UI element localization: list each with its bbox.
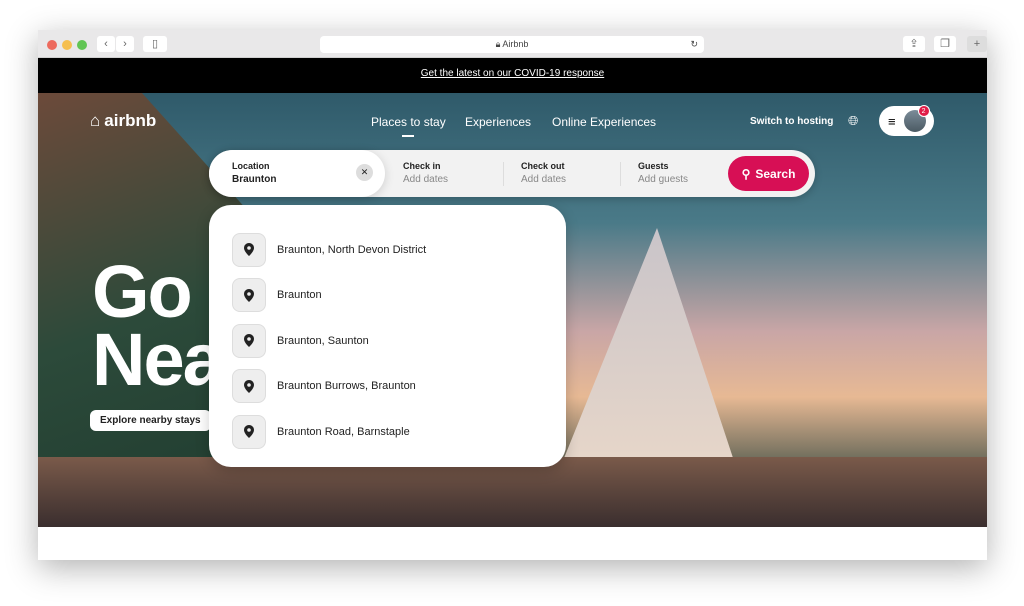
suggestion-label: Braunton, Saunton — [277, 334, 369, 347]
back-button[interactable]: ‹ — [97, 36, 115, 52]
hamburger-icon: ≡ — [888, 113, 896, 129]
new-tab-button[interactable]: + — [967, 36, 987, 52]
checkin-field[interactable]: Add dates — [403, 174, 448, 185]
location-input[interactable]: Braunton — [232, 174, 276, 185]
notification-badge: 2 — [917, 105, 930, 117]
user-menu-button[interactable]: ≡ 2 — [879, 105, 934, 136]
forward-button[interactable]: › — [116, 36, 134, 52]
hero-illustration-ground — [38, 457, 987, 527]
reload-icon[interactable]: ↻ — [690, 36, 698, 53]
suggestion-label: Braunton Road, Barnstaple — [277, 425, 410, 438]
suggestion-item[interactable]: Braunton — [232, 273, 566, 319]
close-button[interactable] — [47, 40, 57, 50]
covid-banner: Get the latest on our COVID-19 response — [38, 58, 987, 93]
suggestion-label: Braunton, North Devon District — [277, 243, 427, 256]
browser-window: ‹ › ▯ 🔒︎ Airbnb ↻ ⇪ ❐ + Get the latest on… — [38, 30, 987, 560]
search-button[interactable]: ⚲ Search — [728, 156, 809, 191]
clear-icon[interactable]: ✕ — [356, 164, 373, 181]
suggestion-item[interactable]: Braunton, North Devon District — [232, 227, 566, 273]
nav-online-experiences[interactable]: Online Experiences — [552, 115, 656, 129]
search-icon: ⚲ — [741, 166, 751, 181]
map-pin-icon — [232, 414, 266, 449]
nav-experiences[interactable]: Experiences — [465, 115, 531, 129]
suggestion-item[interactable]: Braunton Road, Barnstaple — [232, 409, 566, 455]
airbnb-logo[interactable]: ⌂ airbnb — [90, 111, 156, 131]
tabs-icon[interactable]: ❐ — [934, 36, 956, 52]
guests-field[interactable]: Add guests — [638, 174, 688, 185]
hero-illustration-cabin — [558, 228, 738, 473]
suggestion-item[interactable]: Braunton, Saunton — [232, 318, 566, 364]
switch-to-hosting-link[interactable]: Switch to hosting — [750, 116, 833, 127]
suggestion-item[interactable]: Braunton Burrows, Braunton — [232, 364, 566, 410]
share-icon[interactable]: ⇪ — [903, 36, 925, 52]
checkout-field[interactable]: Add dates — [521, 174, 566, 185]
divider — [620, 162, 621, 186]
minimize-button[interactable] — [62, 40, 72, 50]
location-field[interactable]: Location Braunton ✕ — [209, 150, 385, 197]
search-bar: Location Braunton ✕ Check in Add dates C… — [209, 150, 815, 197]
airbnb-logo-icon: ⌂ — [90, 111, 101, 130]
suggestion-label: Braunton Burrows, Braunton — [277, 380, 416, 393]
address-bar[interactable]: 🔒︎ Airbnb ↻ — [320, 36, 704, 53]
maximize-button[interactable] — [77, 40, 87, 50]
map-pin-icon — [232, 323, 266, 358]
hero: ⌂ airbnb Places to stay Experiences Onlin… — [38, 93, 987, 527]
nav-places-to-stay[interactable]: Places to stay — [371, 115, 446, 137]
explore-nearby-button[interactable]: Explore nearby stays — [90, 410, 211, 431]
covid-link[interactable]: Get the latest on our COVID-19 response — [421, 68, 604, 79]
divider — [503, 162, 504, 186]
suggestion-label: Braunton — [277, 289, 322, 302]
browser-toolbar: ‹ › ▯ 🔒︎ Airbnb ↻ ⇪ ❐ + — [38, 30, 987, 58]
map-pin-icon — [232, 278, 266, 313]
map-pin-icon — [232, 232, 266, 267]
globe-icon[interactable]: 🌐︎ — [848, 113, 858, 129]
sidebar-icon[interactable]: ▯ — [143, 36, 167, 52]
location-suggestions: Braunton, North Devon District Braunton Br… — [209, 205, 566, 467]
avatar: 2 — [903, 105, 930, 132]
map-pin-icon — [232, 369, 266, 404]
